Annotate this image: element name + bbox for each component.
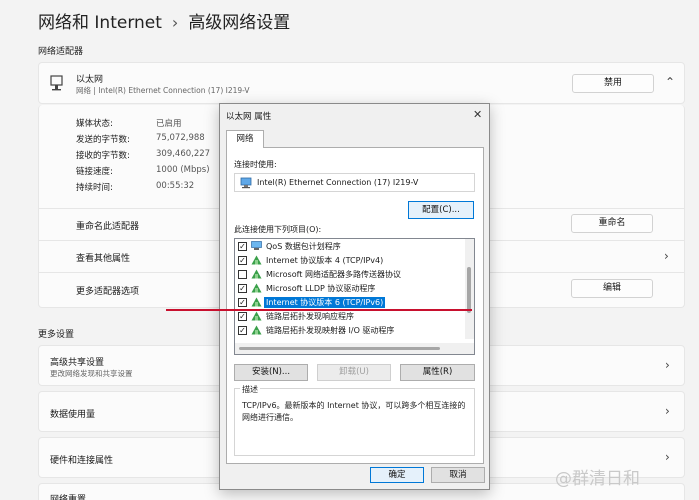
prop-value-duration: 00:55:32 [156,181,195,191]
install-button[interactable]: 安装(N)... [234,364,308,381]
prop-label-bytes-sent: 发送的字节数: [76,135,130,145]
tab-networking[interactable]: 网络 [226,130,264,148]
scrollbar-thumb[interactable] [239,347,440,350]
list-item-ipv4[interactable]: ✓ Internet 协议版本 4 (TCP/IPv4) [238,254,463,267]
adapter-card[interactable]: 以太网 网络 | Intel(R) Ethernet Connection (1… [38,62,685,104]
device-name: Intel(R) Ethernet Connection (17) I219-V [257,178,419,187]
list-item-ipv6[interactable]: ✓ Internet 协议版本 6 (TCP/IPv6) [238,296,463,309]
prop-label-link-speed: 链接速度: [76,167,113,177]
list-item-text: 链路层拓扑发现映射器 I/O 驱动程序 [266,326,395,335]
connection-items-list[interactable]: ✓ QoS 数据包计划程序 ✓ Internet 协议版本 4 (TCP/IPv… [234,238,475,355]
data-usage-title: 数据使用量 [50,410,96,420]
breadcrumb-separator: › [171,13,179,32]
watermark: @群清日和 [555,469,640,489]
chevron-right-icon[interactable]: › [665,404,670,418]
breadcrumb: 网络和 Internet › 高级网络设置 [38,8,290,33]
horizontal-scrollbar[interactable] [235,343,474,354]
configure-button[interactable]: 配置(C)... [408,201,474,219]
list-item-text: Microsoft LLDP 协议驱动程序 [266,284,376,293]
uninstall-button[interactable]: 卸载(U) [317,364,391,381]
checkbox-qos[interactable]: ✓ [238,242,247,251]
more-adapter-options-label: 更多适配器选项 [76,287,140,297]
protocol-icon [251,269,262,279]
ethernet-monitor-icon [50,75,63,91]
adapter-name: 以太网 [76,75,104,85]
list-item-text: QoS 数据包计划程序 [266,242,341,251]
list-item-text: 链路层拓扑发现响应程序 [266,312,354,321]
ok-button[interactable]: 确定 [370,467,424,483]
list-item-text: Internet 协议版本 6 (TCP/IPv6) [264,297,386,308]
chevron-up-icon[interactable]: ⌃ [665,75,675,89]
dialog-title: 以太网 属性 [226,112,272,122]
hardware-properties-title: 硬件和连接属性 [50,456,114,466]
prop-value-bytes-received: 309,460,227 [156,149,211,159]
vertical-scrollbar[interactable] [465,239,474,339]
protocol-icon [251,325,262,335]
list-item-lldp[interactable]: ✓ Microsoft LLDP 协议驱动程序 [238,282,463,295]
annotation-underline [166,309,472,311]
section-label-more-settings: 更多设置 [38,330,75,340]
chevron-right-icon[interactable]: › [665,358,670,372]
scrollbar-thumb[interactable] [467,267,471,313]
network-reset-title: 网络重置 [50,495,87,500]
checkbox-lltd-mapper[interactable]: ✓ [238,326,247,335]
chevron-right-icon[interactable]: › [665,450,670,464]
description-label: 描述 [240,384,260,395]
list-item-multiplexor[interactable]: Microsoft 网络适配器多路传送器协议 [238,268,463,281]
connect-using-label: 连接时使用: [234,160,277,169]
advanced-sharing-subtitle: 更改网络发现和共享设置 [50,369,133,378]
section-label-adapters: 网络适配器 [38,47,84,57]
items-label: 此连接使用下列项目(O): [234,225,322,234]
list-item-lltd-responder[interactable]: ✓ 链路层拓扑发现响应程序 [238,310,463,323]
checkbox-lltd-responder[interactable]: ✓ [238,312,247,321]
breadcrumb-parent[interactable]: 网络和 Internet [38,13,162,33]
list-item-text: Microsoft 网络适配器多路传送器协议 [266,270,401,279]
list-item-lltd-mapper[interactable]: ✓ 链路层拓扑发现映射器 I/O 驱动程序 [238,324,463,337]
prop-value-media-state: 已启用 [156,119,182,129]
rename-adapter-label: 重命名此适配器 [76,222,140,232]
device-field: Intel(R) Ethernet Connection (17) I219-V [234,173,475,192]
properties-button[interactable]: 属性(R) [400,364,475,381]
checkbox-multiplexor[interactable] [238,270,247,279]
adapter-description: 网络 | Intel(R) Ethernet Connection (17) I… [76,86,250,95]
protocol-icon [251,255,262,265]
cancel-button[interactable]: 取消 [431,467,485,483]
prop-label-duration: 持续时间: [76,183,113,193]
advanced-sharing-title: 高级共享设置 [50,358,105,368]
checkbox-ipv4[interactable]: ✓ [238,256,247,265]
prop-value-link-speed: 1000 (Mbps) [156,165,210,175]
protocol-icon [251,311,262,321]
prop-value-bytes-sent: 75,072,988 [156,133,205,143]
chevron-right-icon[interactable]: › [664,249,669,263]
checkbox-ipv6[interactable]: ✓ [238,298,247,307]
prop-label-media-state: 媒体状态: [76,119,113,129]
page-title: 高级网络设置 [188,13,291,33]
protocol-icon [251,283,262,293]
list-item-text: Internet 协议版本 4 (TCP/IPv4) [266,256,384,265]
checkbox-lldp[interactable]: ✓ [238,284,247,293]
list-item-qos[interactable]: ✓ QoS 数据包计划程序 [238,240,463,253]
ethernet-properties-dialog: 以太网 属性 ✕ 网络 连接时使用: Intel(R) Ethernet Con… [219,103,490,490]
more-properties-row[interactable]: 查看其他属性 [76,251,130,264]
edit-button[interactable]: 编辑 [571,279,653,298]
close-icon[interactable]: ✕ [473,108,482,121]
disable-button[interactable]: 禁用 [572,74,654,93]
rename-button[interactable]: 重命名 [571,214,653,233]
prop-label-bytes-received: 接收的字节数: [76,151,130,161]
network-adapter-icon [240,177,252,189]
description-text: TCP/IPv6。最新版本的 Internet 协议，可以跨多个相互连接的网络进… [242,401,466,422]
qos-icon [251,241,262,250]
protocol-icon [251,297,262,307]
